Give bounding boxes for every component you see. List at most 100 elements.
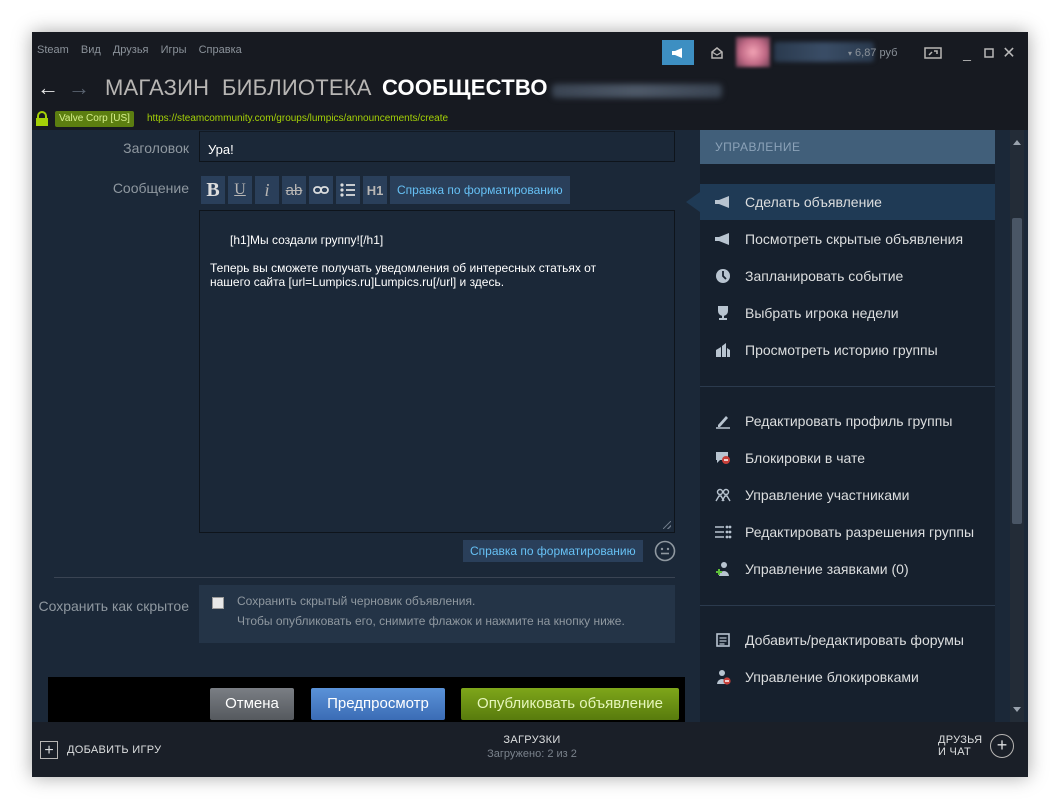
nav-store[interactable]: МАГАЗИН — [105, 75, 209, 101]
menu-friends[interactable]: Друзья — [113, 44, 149, 56]
panel-item-hidden-announcements[interactable]: Посмотреть скрытые объявления — [700, 221, 995, 257]
arrow-up-icon — [1013, 140, 1021, 145]
link-button[interactable] — [309, 176, 333, 204]
menu-steam[interactable]: Steam — [37, 44, 69, 56]
chevron-down-icon: ▾ — [848, 48, 853, 58]
panel-item-label: Блокировки в чате — [745, 450, 866, 466]
nav-library[interactable]: БИБЛИОТЕКА — [222, 75, 372, 101]
heading-button[interactable]: H1 — [363, 176, 387, 204]
panel-item-schedule-event[interactable]: Запланировать событие — [700, 258, 995, 294]
strikethrough-button[interactable]: ab — [282, 176, 306, 204]
title-input[interactable]: Ура! — [199, 131, 675, 162]
page-url[interactable]: https://steamcommunity.com/groups/lumpic… — [147, 113, 448, 124]
nav-username-blurred[interactable] — [552, 84, 722, 98]
wallet-amount: 6,87 руб — [855, 47, 898, 59]
arrow-down-icon — [1013, 707, 1021, 712]
downloads-progress: Загружено: 2 из 2 — [487, 748, 577, 760]
save-hidden-label: Сохранить как скрытое — [38, 598, 190, 614]
panel-item-label: Редактировать профиль группы — [745, 413, 953, 429]
big-picture-button[interactable] — [922, 40, 944, 65]
forward-arrow-icon[interactable]: → — [68, 75, 90, 101]
megaphone-icon — [715, 196, 729, 208]
panel-item-edit-profile[interactable]: Редактировать профиль группы — [700, 403, 995, 439]
panel-item-label: Управление блокировками — [745, 669, 919, 685]
panel-item-label: Запланировать событие — [745, 268, 904, 284]
navigation-bar: ← → МАГАЗИН БИБЛИОТЕКА СООБЩЕСТВО — [32, 70, 1028, 110]
panel-item-edit-permissions[interactable]: Редактировать разрешения группы — [700, 514, 995, 550]
strikethrough-icon: ab — [285, 181, 303, 199]
bottom-bar: + ДОБАВИТЬ ИГРУ ЗАГРУЗКИ Загружено: 2 из… — [32, 722, 1028, 777]
menu-help[interactable]: Справка — [199, 44, 242, 56]
smiley-icon — [654, 540, 676, 562]
panel-item-group-history[interactable]: Просмотреть историю группы — [700, 332, 995, 368]
menu-view[interactable]: Вид — [81, 44, 101, 56]
publish-button[interactable]: Опубликовать объявление — [461, 688, 679, 720]
close-button[interactable]: ✕ — [1002, 40, 1016, 65]
panel-item-manage-members[interactable]: Управление участниками — [700, 477, 995, 513]
panel-item-make-announcement[interactable]: Сделать объявление — [686, 184, 995, 220]
big-picture-icon — [924, 46, 942, 59]
megaphone-icon — [672, 47, 682, 58]
scroll-up-button[interactable] — [1010, 134, 1024, 150]
format-help-link-bottom[interactable]: Справка по форматированию — [463, 540, 643, 562]
minimize-button[interactable]: _ — [960, 40, 974, 65]
panel-item-label: Посмотреть скрытые объявления — [745, 231, 964, 247]
friends-chat-button[interactable]: ДРУЗЬЯ И ЧАТ + — [938, 734, 1014, 758]
action-buttons: Отмена Предпросмотр Опубликовать объявле… — [48, 677, 685, 722]
underline-button[interactable]: U — [228, 176, 252, 204]
format-help-link[interactable]: Справка по форматированию — [390, 176, 570, 204]
panel-item-chat-bans[interactable]: Блокировки в чате — [700, 440, 995, 476]
friends-chat-label: ДРУЗЬЯ И ЧАТ — [938, 734, 986, 758]
certificate-badge: Valve Corp [US] — [55, 111, 134, 127]
nav-community[interactable]: СООБЩЕСТВО — [382, 75, 548, 101]
inbox-button[interactable] — [702, 40, 732, 65]
wallet-balance[interactable]: ▾ 6,87 руб — [848, 44, 897, 62]
megaphone-icon — [715, 233, 729, 245]
emoticon-button[interactable] — [654, 540, 676, 562]
panel-item-label: Выбрать игрока недели — [745, 305, 899, 321]
panel-item-edit-forums[interactable]: Добавить/редактировать форумы — [700, 622, 995, 658]
scroll-thumb[interactable] — [1012, 218, 1022, 524]
panel-item-manage-requests[interactable]: Управление заявками (0) — [700, 551, 995, 587]
add-user-icon — [716, 562, 729, 576]
panel-separator — [700, 386, 995, 387]
italic-button[interactable]: i — [255, 176, 279, 204]
add-game-button[interactable]: + ДОБАВИТЬ ИГРУ — [40, 741, 161, 759]
message-text: [h1]Мы создали группу![/h1] Теперь вы см… — [210, 233, 597, 289]
heading-icon: H1 — [366, 182, 384, 198]
friends-label-line1: ДРУЗЬЯ — [938, 734, 983, 746]
panel-item-manage-bans[interactable]: Управление блокировками — [700, 659, 995, 695]
title-bar: Steam Вид Друзья Игры Справка ▾ 6,87 руб… — [32, 32, 1028, 70]
save-hidden-text: Сохранить скрытый черновик объявления. — [237, 594, 476, 608]
main-menu: Steam Вид Друзья Игры Справка — [37, 44, 251, 56]
save-hidden-checkbox[interactable] — [212, 597, 224, 609]
message-textarea[interactable]: [h1]Мы создали группу![/h1] Теперь вы см… — [199, 210, 675, 533]
back-arrow-icon[interactable]: ← — [37, 75, 59, 101]
maximize-icon — [984, 47, 994, 58]
add-friend-icon: + — [990, 734, 1014, 758]
preview-button[interactable]: Предпросмотр — [311, 688, 445, 720]
user-avatar[interactable] — [736, 37, 770, 67]
panel-item-label: Просмотреть историю группы — [745, 342, 938, 358]
url-bar: Valve Corp [US] https://steamcommunity.c… — [32, 110, 1028, 130]
cancel-button[interactable]: Отмена — [210, 688, 294, 720]
panel-separator — [700, 605, 995, 606]
bold-button[interactable]: B — [201, 176, 225, 204]
list-button[interactable] — [336, 176, 360, 204]
chat-block-icon — [716, 452, 730, 464]
menu-games[interactable]: Игры — [161, 44, 187, 56]
panel-item-label: Добавить/редактировать форумы — [745, 632, 964, 648]
underline-icon: U — [234, 181, 246, 198]
scroll-down-button[interactable] — [1010, 702, 1024, 718]
link-icon — [313, 186, 329, 194]
downloads-status[interactable]: ЗАГРУЗКИ Загружено: 2 из 2 — [472, 734, 592, 760]
permissions-icon — [715, 525, 732, 539]
steam-window: Steam Вид Друзья Игры Справка ▾ 6,87 руб… — [32, 32, 1028, 777]
page-scrollbar[interactable] — [1010, 130, 1024, 722]
title-label: Заголовок — [123, 140, 189, 156]
trophy-icon — [718, 306, 728, 320]
resize-grip-icon[interactable] — [663, 521, 671, 529]
maximize-button[interactable] — [982, 40, 996, 65]
announcements-button[interactable] — [662, 40, 694, 65]
panel-item-player-of-week[interactable]: Выбрать игрока недели — [700, 295, 995, 331]
